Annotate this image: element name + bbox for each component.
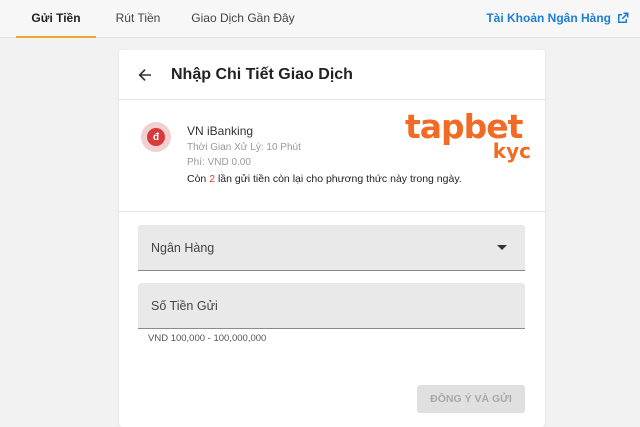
fee-text: Phí: VND 0.00 bbox=[187, 157, 251, 168]
deposit-amount-input[interactable]: Số Tiền Gửi bbox=[138, 283, 525, 329]
tab-recent-transactions[interactable]: Giao Dịch Gần Đây bbox=[188, 0, 298, 38]
page-title: Nhập Chi Tiết Giao Dịch bbox=[171, 65, 353, 83]
tab-withdraw[interactable]: Rút Tiền bbox=[108, 0, 168, 38]
submit-button[interactable]: ĐỒNG Ý VÀ GỬI bbox=[417, 385, 525, 413]
transaction-card: Nhập Chi Tiết Giao Dịch đ VN iBanking Th… bbox=[119, 50, 545, 427]
remaining-suffix: lần gửi tiền còn lại cho phương thức này… bbox=[215, 173, 462, 185]
amount-range-hint: VND 100,000 - 100,000,000 bbox=[148, 333, 267, 344]
processing-time: Thời Gian Xử Lý: 10 Phút bbox=[187, 142, 301, 153]
bank-select-label: Ngân Hàng bbox=[151, 241, 215, 255]
top-navigation: Gửi Tiền Rút Tiền Giao Dịch Gần Đây Tài … bbox=[0, 0, 640, 38]
bank-account-link-label: Tài Khoản Ngân Hàng bbox=[486, 11, 611, 25]
tab-deposit[interactable]: Gửi Tiền bbox=[16, 0, 96, 38]
method-name: VN iBanking bbox=[187, 124, 254, 138]
bank-select[interactable]: Ngân Hàng bbox=[138, 225, 525, 271]
remaining-prefix: Còn bbox=[187, 173, 210, 185]
bank-account-link[interactable]: Tài Khoản Ngân Hàng bbox=[486, 0, 630, 36]
card-header: Nhập Chi Tiết Giao Dịch bbox=[119, 50, 545, 100]
bank-logo-icon: đ bbox=[141, 122, 171, 152]
tapbet-watermark-logo: tapbet kyc bbox=[405, 107, 535, 165]
watermark-sub: kyc bbox=[492, 139, 531, 163]
external-link-icon bbox=[618, 12, 629, 23]
remaining-deposits-text: Còn 2 lần gửi tiền còn lại cho phương th… bbox=[187, 173, 462, 185]
arrow-left-icon[interactable] bbox=[137, 67, 153, 83]
dropdown-caret-icon bbox=[497, 245, 507, 250]
deposit-amount-label: Số Tiền Gửi bbox=[151, 299, 218, 313]
